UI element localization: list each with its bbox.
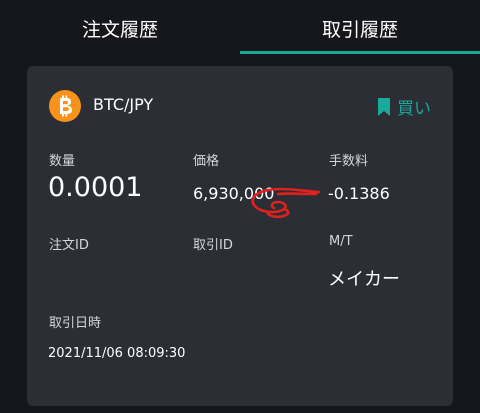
bitcoin-icon	[49, 90, 81, 122]
trade-id-label: 取引ID	[193, 238, 233, 253]
tab-trade-history[interactable]: 取引履歴	[240, 0, 480, 56]
quantity-value: 0.0001	[48, 172, 143, 203]
bitcoin-glyph	[60, 95, 72, 117]
trade-side-badge: 買い	[377, 94, 431, 119]
price-label: 価格	[193, 154, 220, 169]
tab-order-history[interactable]: 注文履歴	[0, 0, 240, 56]
price-value: 6,930,000	[193, 184, 275, 203]
trade-side-label: 買い	[397, 99, 431, 119]
mt-value: メイカー	[328, 269, 400, 290]
bookmark-icon	[378, 97, 390, 116]
fee-value: -0.1386	[328, 184, 390, 203]
mt-label: M/T	[329, 234, 353, 249]
trade-card[interactable]: BTC/JPY 買い 数量 0.0001 価格 6,930,000 手数料 -0…	[27, 66, 453, 406]
active-tab-indicator	[240, 51, 480, 54]
quantity-label: 数量	[49, 154, 76, 169]
tab-bar: 注文履歴 取引履歴	[0, 0, 480, 56]
trading-pair: BTC/JPY	[93, 95, 154, 114]
fee-label: 手数料	[329, 154, 369, 169]
datetime-label: 取引日時	[49, 316, 102, 331]
datetime-value: 2021/11/06 08:09:30	[48, 346, 186, 361]
order-id-label: 注文ID	[49, 238, 89, 253]
